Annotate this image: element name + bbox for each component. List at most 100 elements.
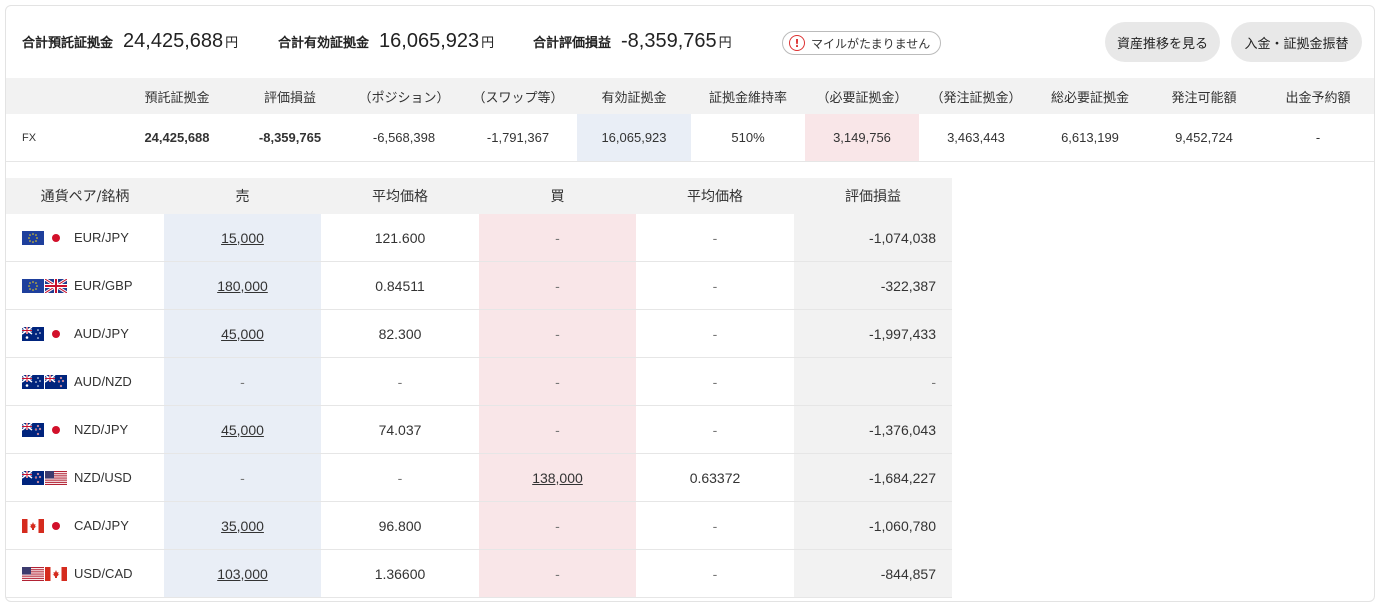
- pair-name: NZD/JPY: [74, 422, 129, 437]
- sell-amount[interactable]: 45,000: [221, 422, 264, 438]
- cell-orderable-amount: 9,452,724: [1175, 130, 1233, 145]
- buy-avg-price-cell: 0.63372: [636, 454, 794, 501]
- margin-table-header: 預託証拠金 評価損益 （ポジション） （スワップ等） 有効証拠金 証拠金維持率 …: [6, 78, 1374, 114]
- buy-avg-price: -: [712, 373, 718, 390]
- position-row[interactable]: CAD/JPY 35,000 96.800 - - -1,060,780: [6, 502, 952, 550]
- total-effective-summary: 合計有効証拠金 16,065,923 円: [278, 30, 494, 58]
- ca-flag-icon: [22, 518, 44, 533]
- sell-avg-price-cell: -: [321, 454, 479, 501]
- cell-position: -6,568,398: [372, 130, 436, 145]
- buy-amount: -: [555, 517, 560, 534]
- currency-flags: [22, 470, 68, 485]
- pair-cell-cell: EUR/JPY: [6, 214, 164, 261]
- buy-amount: -: [555, 325, 560, 342]
- buy-avg-price: -: [712, 565, 718, 582]
- pair-cell-cell: AUD/NZD: [6, 358, 164, 405]
- unrealized-pl: -: [931, 373, 936, 390]
- sell-amount-cell: 103,000: [164, 550, 321, 597]
- buy-amount: -: [555, 421, 560, 438]
- positions-table: 通貨ペア/銘柄 売 平均価格 買 平均価格 評価損益 EUR/JPY 15,000…: [6, 178, 952, 598]
- position-row[interactable]: USD/CAD 103,000 1.36600 - - -844,857: [6, 550, 952, 598]
- position-row[interactable]: AUD/JPY 45,000 82.300 - - -1,997,433: [6, 310, 952, 358]
- row-label-fx: FX: [22, 131, 37, 144]
- buy-amount-cell: -: [479, 406, 636, 453]
- alert-icon: !: [789, 35, 805, 51]
- position-row[interactable]: NZD/USD - - 138,000 0.63372 -1,684,227: [6, 454, 952, 502]
- position-row[interactable]: AUD/NZD - - - - -: [6, 358, 952, 406]
- pair-cell-cell: NZD/JPY: [6, 406, 164, 453]
- margin-row-fx: FX 24,425,688 -8,359,765 -6,568,398 -1,7…: [6, 114, 1374, 162]
- sell-avg-price: -: [397, 373, 403, 390]
- buy-amount[interactable]: 138,000: [532, 470, 583, 486]
- total-deposit-value: 24,425,688: [123, 30, 224, 52]
- position-row[interactable]: NZD/JPY 45,000 74.037 - - -1,376,043: [6, 406, 952, 454]
- sell-amount-cell: 35,000: [164, 502, 321, 549]
- header-buy-avg: 平均価格: [687, 189, 743, 205]
- sell-amount-cell: 45,000: [164, 406, 321, 453]
- unrealized-pl-cell: -1,060,780: [794, 502, 952, 549]
- asset-history-button[interactable]: 資産推移を見る: [1105, 22, 1220, 62]
- buy-avg-price-cell: -: [636, 406, 794, 453]
- currency-flags: [22, 278, 68, 293]
- pair-name: AUD/NZD: [74, 374, 132, 389]
- sell-amount[interactable]: 180,000: [217, 278, 268, 294]
- sell-amount-cell: 180,000: [164, 262, 321, 309]
- jp-flag-icon: [45, 230, 67, 245]
- currency-flags: [22, 374, 68, 389]
- unrealized-pl: -844,857: [880, 565, 936, 582]
- unrealized-pl-cell: -322,387: [794, 262, 952, 309]
- sell-amount: -: [240, 469, 245, 486]
- buy-amount-cell: 138,000: [479, 454, 636, 501]
- pair-name: EUR/JPY: [74, 230, 129, 245]
- header-effective-margin: 有効証拠金: [601, 90, 667, 106]
- position-row[interactable]: EUR/JPY 15,000 121.600 - - -1,074,038: [6, 214, 952, 262]
- header-sell-avg: 平均価格: [372, 189, 428, 205]
- header-total-required: 総必要証拠金: [1050, 90, 1129, 106]
- au-flag-icon: [22, 326, 44, 341]
- buy-amount-cell: -: [479, 214, 636, 261]
- unrealized-pl-cell: -1,684,227: [794, 454, 952, 501]
- sell-amount[interactable]: 15,000: [221, 230, 264, 246]
- buy-amount-cell: -: [479, 310, 636, 357]
- pair-cell-cell: NZD/USD: [6, 454, 164, 501]
- sell-amount[interactable]: 103,000: [217, 566, 268, 582]
- buy-avg-price: -: [712, 517, 718, 534]
- buy-avg-price-cell: -: [636, 358, 794, 405]
- sell-amount[interactable]: 45,000: [221, 326, 264, 342]
- sell-amount[interactable]: 35,000: [221, 518, 264, 534]
- buy-avg-price-cell: -: [636, 262, 794, 309]
- eu-flag-icon: [22, 278, 44, 293]
- header-required-margin: （必要証拠金）: [816, 90, 908, 106]
- pair-cell-cell: CAD/JPY: [6, 502, 164, 549]
- deposit-transfer-button[interactable]: 入金・証拠金振替: [1231, 22, 1362, 62]
- cell-pl: -8,359,765: [258, 130, 322, 145]
- sell-avg-price: -: [397, 469, 403, 486]
- positions-body: EUR/JPY 15,000 121.600 - - -1,074,038 EUR/GBP 1…: [6, 214, 952, 598]
- pair-name: NZD/USD: [74, 470, 132, 485]
- position-row[interactable]: EUR/GBP 180,000 0.84511 - - -322,387: [6, 262, 952, 310]
- account-summary-panel: 合計預託証拠金 24,425,688 円 合計有効証拠金 16,065,923 …: [5, 5, 1375, 602]
- unrealized-pl-cell: -844,857: [794, 550, 952, 597]
- buy-amount-cell: -: [479, 358, 636, 405]
- nz-flag-icon: [22, 470, 44, 485]
- buy-avg-price: -: [712, 277, 718, 294]
- header-withdrawal-reserved: 出金予約額: [1285, 90, 1351, 106]
- pair-cell-cell: USD/CAD: [6, 550, 164, 597]
- unrealized-pl-cell: -: [794, 358, 952, 405]
- buy-avg-price-cell: -: [636, 550, 794, 597]
- gb-flag-icon: [45, 278, 67, 293]
- cell-effective-margin: 16,065,923: [577, 114, 691, 161]
- margin-summary-table: 預託証拠金 評価損益 （ポジション） （スワップ等） 有効証拠金 証拠金維持率 …: [6, 78, 1374, 162]
- header-pair: 通貨ペア/銘柄: [40, 189, 130, 205]
- total-pl-label: 合計評価損益: [533, 36, 612, 51]
- buy-avg-price-cell: -: [636, 310, 794, 357]
- eu-flag-icon: [22, 230, 44, 245]
- mile-status-badge[interactable]: ! マイルがたまりません: [782, 31, 942, 55]
- header-order-margin: （発注証拠金）: [930, 90, 1022, 106]
- total-effective-value: 16,065,923: [379, 30, 480, 52]
- us-flag-icon: [45, 470, 67, 485]
- sell-amount-cell: -: [164, 454, 321, 501]
- currency-flags: [22, 518, 68, 533]
- total-pl-unit: 円: [718, 36, 732, 51]
- sell-avg-price: 82.300: [378, 325, 422, 342]
